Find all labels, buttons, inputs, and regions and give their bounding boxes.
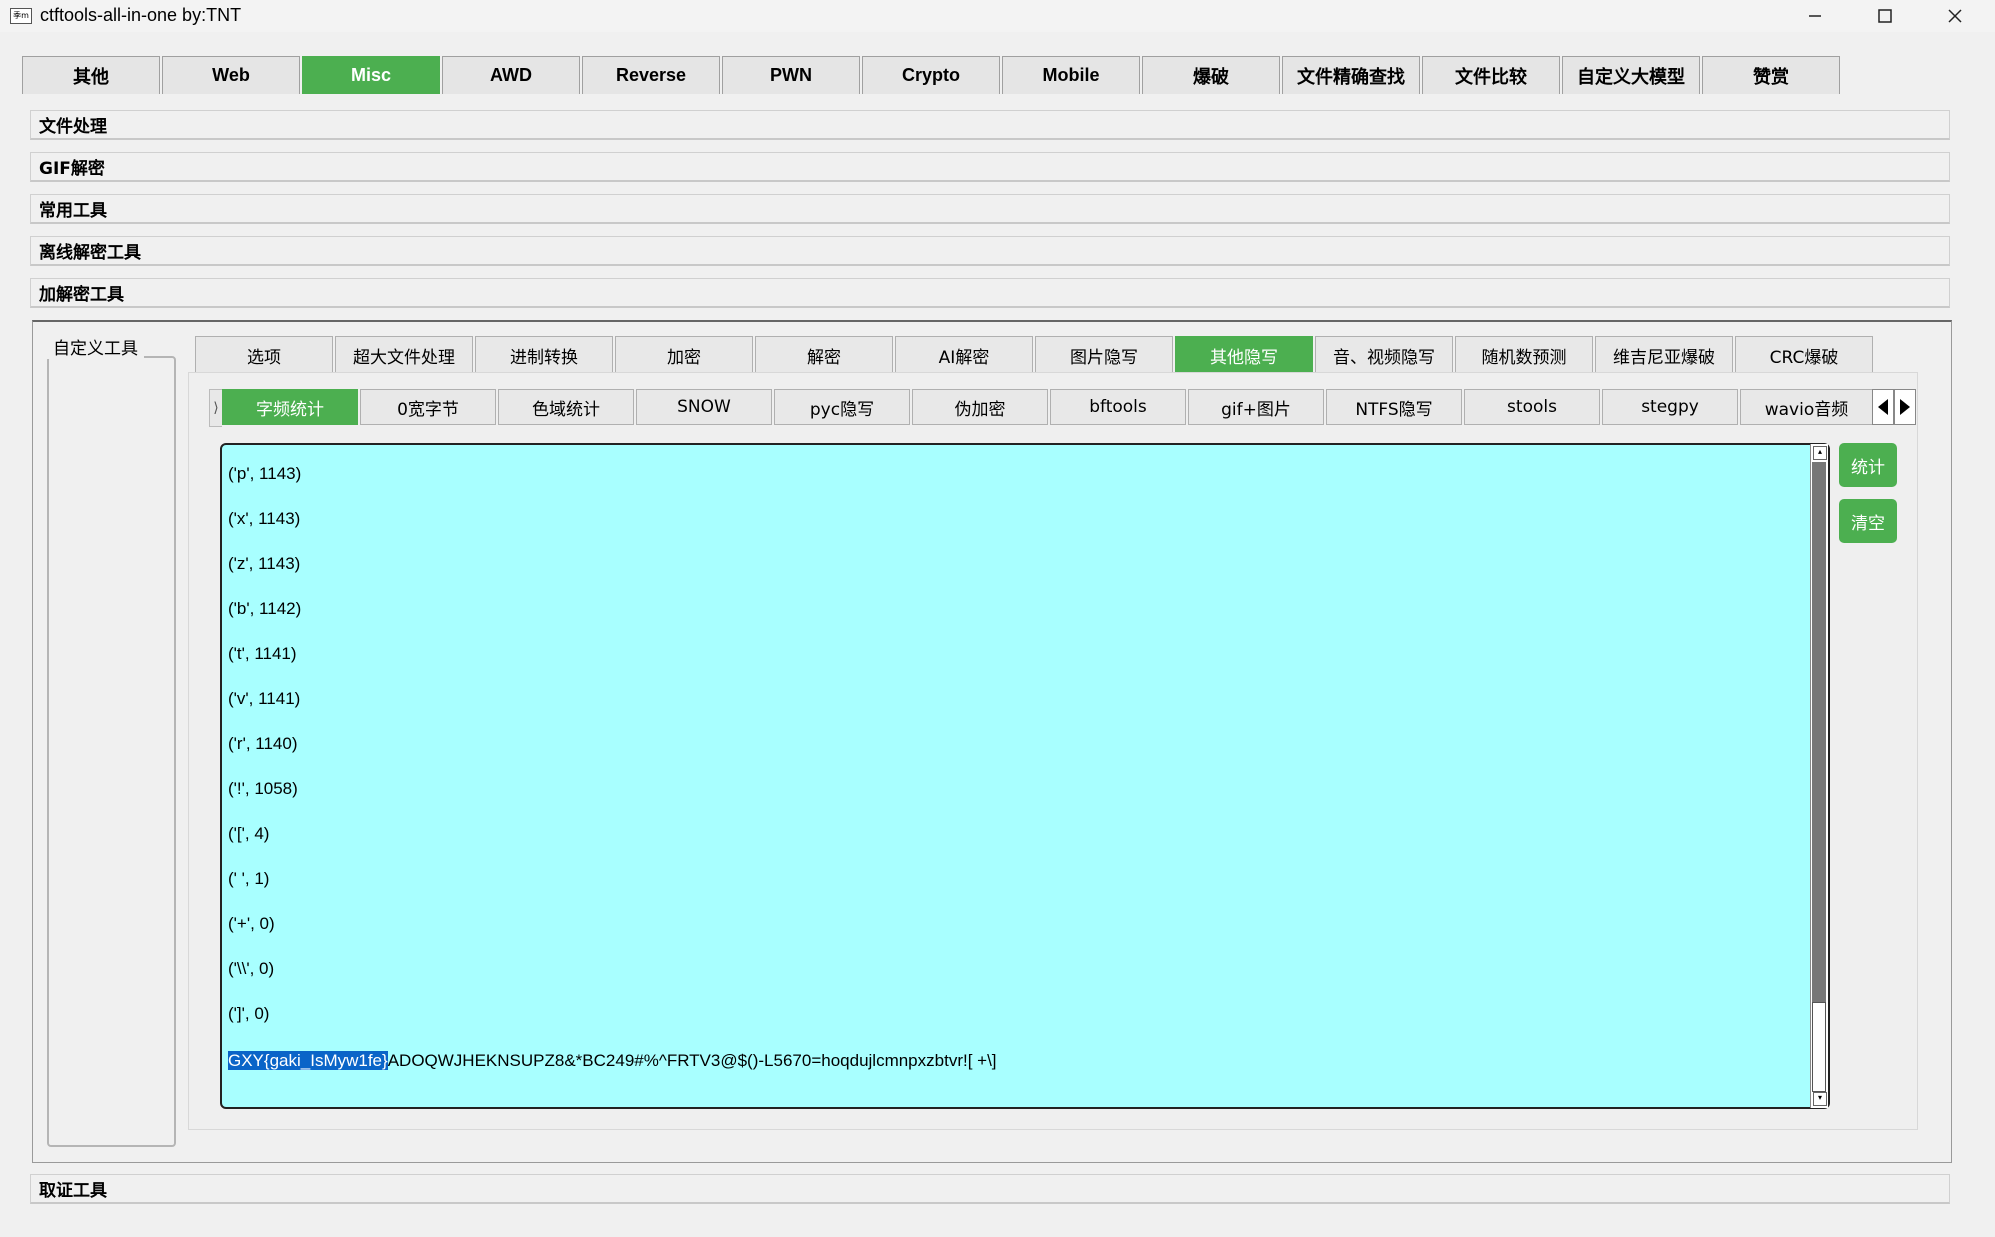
tab-overflow-indicator: ⟩ bbox=[209, 389, 222, 427]
output-line: ('p', 1143) bbox=[228, 464, 302, 483]
section-gif-decrypt[interactable]: GIF解密 bbox=[30, 152, 1950, 182]
tooltab-stools[interactable]: stools bbox=[1464, 389, 1600, 425]
tooltab-zero-width[interactable]: 0宽字节 bbox=[360, 389, 496, 425]
output-line: ('[', 4) bbox=[228, 824, 270, 843]
tooltab-stegpy[interactable]: stegpy bbox=[1602, 389, 1738, 425]
tooltab-snow[interactable]: SNOW bbox=[636, 389, 772, 425]
subtab-image-stego[interactable]: 图片隐写 bbox=[1035, 336, 1173, 373]
output-line: ('b', 1142) bbox=[228, 599, 302, 618]
scrollbar-track[interactable] bbox=[1812, 462, 1826, 1002]
subtab-other-stego[interactable]: 其他隐写 bbox=[1175, 336, 1313, 373]
tooltab-fake-encrypt[interactable]: 伪加密 bbox=[912, 389, 1048, 425]
stat-button[interactable]: 统计 bbox=[1839, 443, 1897, 487]
tab-pwn[interactable]: PWN bbox=[722, 56, 860, 94]
tab-scroll-arrows bbox=[1872, 389, 1916, 427]
top-tab-bar: 其他 Web Misc AWD Reverse PWN Crypto Mobil… bbox=[22, 56, 1842, 94]
scroll-down-icon[interactable]: ▾ bbox=[1813, 1092, 1827, 1106]
output-line: ('v', 1141) bbox=[228, 689, 301, 708]
window-title: ctftools-all-in-one by:TNT bbox=[40, 5, 242, 25]
output-line: ('r', 1140) bbox=[228, 734, 298, 753]
subtab-decrypt[interactable]: 解密 bbox=[755, 336, 893, 373]
section-forensics[interactable]: 取证工具 bbox=[30, 1174, 1950, 1204]
output-lines: ('p', 1143) ('x', 1143) ('z', 1143) ('b'… bbox=[228, 464, 301, 1049]
sub-tab-bar: 选项 超大文件处理 进制转换 加密 解密 AI解密 图片隐写 其他隐写 音、视频… bbox=[195, 336, 1875, 373]
tab-crypto[interactable]: Crypto bbox=[862, 56, 1000, 94]
subtab-large-file[interactable]: 超大文件处理 bbox=[335, 336, 473, 373]
output-line: (']', 0) bbox=[228, 1004, 270, 1023]
subtab-audio-video-stego[interactable]: 音、视频隐写 bbox=[1315, 336, 1453, 373]
custom-tools-box bbox=[47, 356, 176, 1147]
section-common-tools[interactable]: 常用工具 bbox=[30, 194, 1950, 224]
tab-file-search[interactable]: 文件精确查找 bbox=[1282, 56, 1420, 94]
close-icon[interactable] bbox=[1920, 0, 1990, 32]
custom-tools-label: 自定义工具 bbox=[47, 334, 144, 359]
section-offline-decrypt[interactable]: 离线解密工具 bbox=[30, 236, 1950, 266]
output-result-line: GXY{gaki_IsMyw1fe}ADOQWJHEKNSUPZ8&*BC249… bbox=[228, 1051, 997, 1071]
tab-web[interactable]: Web bbox=[162, 56, 300, 94]
tab-donate[interactable]: 赞赏 bbox=[1702, 56, 1840, 94]
output-line: ('x', 1143) bbox=[228, 509, 301, 528]
tab-mobile[interactable]: Mobile bbox=[1002, 56, 1140, 94]
app-icon: 季m bbox=[10, 8, 32, 24]
tab-misc[interactable]: Misc bbox=[302, 56, 440, 94]
tab-other[interactable]: 其他 bbox=[22, 56, 160, 94]
tab-custom-llm[interactable]: 自定义大模型 bbox=[1562, 56, 1700, 94]
tooltab-pyc-stego[interactable]: pyc隐写 bbox=[774, 389, 910, 425]
tab-file-compare[interactable]: 文件比较 bbox=[1422, 56, 1560, 94]
result-remaining-text: ADOQWJHEKNSUPZ8&*BC249#%^FRTV3@$()-L5670… bbox=[387, 1051, 997, 1070]
selected-flag-text: GXY{gaki_IsMyw1fe} bbox=[228, 1051, 388, 1070]
output-line: ('\\', 0) bbox=[228, 959, 275, 978]
minimize-icon[interactable] bbox=[1780, 0, 1850, 32]
output-line: (' ', 1) bbox=[228, 869, 270, 888]
output-scrollbar[interactable]: ▴ ▾ bbox=[1810, 444, 1828, 1108]
tab-scroll-left-icon[interactable] bbox=[1872, 389, 1894, 425]
tooltab-ntfs-stego[interactable]: NTFS隐写 bbox=[1326, 389, 1462, 425]
subtab-encrypt[interactable]: 加密 bbox=[615, 336, 753, 373]
tooltab-wavio-audio[interactable]: wavio音频 bbox=[1740, 389, 1872, 425]
output-line: ('!', 1058) bbox=[228, 779, 298, 798]
subtab-options[interactable]: 选项 bbox=[195, 336, 333, 373]
subtab-random-predict[interactable]: 随机数预测 bbox=[1455, 336, 1593, 373]
output-line: ('+', 0) bbox=[228, 914, 275, 933]
tooltab-char-frequency[interactable]: 字频统计 bbox=[222, 389, 358, 425]
subtab-vigenere-brute[interactable]: 维吉尼亚爆破 bbox=[1595, 336, 1733, 373]
tooltab-gif-image[interactable]: gif+图片 bbox=[1188, 389, 1324, 425]
section-file-processing[interactable]: 文件处理 bbox=[30, 110, 1950, 140]
tab-awd[interactable]: AWD bbox=[442, 56, 580, 94]
output-line: ('z', 1143) bbox=[228, 554, 301, 573]
output-line: ('t', 1141) bbox=[228, 644, 297, 663]
subtab-crc-brute[interactable]: CRC爆破 bbox=[1735, 336, 1873, 373]
scroll-up-icon[interactable]: ▴ bbox=[1813, 446, 1827, 460]
title-bar: 季m ctftools-all-in-one by:TNT bbox=[0, 0, 1995, 32]
tab-scroll-right-icon[interactable] bbox=[1894, 389, 1916, 425]
tab-bruteforce[interactable]: 爆破 bbox=[1142, 56, 1280, 94]
tab-reverse[interactable]: Reverse bbox=[582, 56, 720, 94]
tooltab-bftools[interactable]: bftools bbox=[1050, 389, 1186, 425]
frequency-output-textarea[interactable]: ('p', 1143) ('x', 1143) ('z', 1143) ('b'… bbox=[220, 443, 1830, 1109]
tooltab-color-stats[interactable]: 色域统计 bbox=[498, 389, 634, 425]
stego-tool-tab-bar: ⟩ 字频统计 0宽字节 色域统计 SNOW pyc隐写 伪加密 bftools … bbox=[209, 389, 1916, 427]
subtab-base-convert[interactable]: 进制转换 bbox=[475, 336, 613, 373]
section-encrypt-decrypt[interactable]: 加解密工具 bbox=[30, 278, 1950, 308]
maximize-icon[interactable] bbox=[1850, 0, 1920, 32]
clear-button[interactable]: 清空 bbox=[1839, 499, 1897, 543]
scrollbar-thumb[interactable] bbox=[1812, 1002, 1826, 1092]
subtab-ai-decrypt[interactable]: AI解密 bbox=[895, 336, 1033, 373]
